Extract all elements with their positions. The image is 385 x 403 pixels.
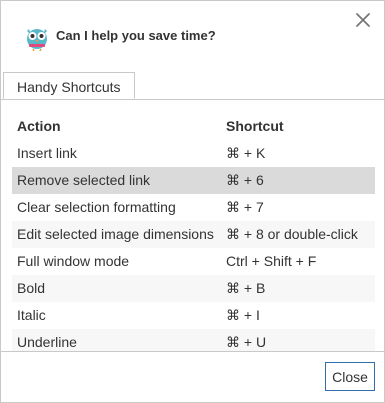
close-icon[interactable] <box>354 11 372 29</box>
table-row[interactable]: Edit selected image dimensions ⌘ + 8 or … <box>12 221 375 248</box>
table-row[interactable]: Italic ⌘ + I <box>12 302 375 329</box>
table-row[interactable]: Insert link ⌘ + K <box>12 140 375 167</box>
action-cell: Underline <box>17 334 77 350</box>
table-row[interactable]: Clear selection formatting ⌘ + 7 <box>12 194 375 221</box>
dialog-title: Can I help you save time? <box>56 28 216 43</box>
shortcut-cell: ⌘ + K <box>226 145 266 161</box>
table-row[interactable]: Remove selected link ⌘ + 6 <box>12 167 375 194</box>
table-row[interactable]: Underline ⌘ + U <box>12 329 375 351</box>
shortcut-cell: ⌘ + U <box>226 334 267 350</box>
table-header-row: Action Shortcut <box>12 113 375 140</box>
shortcut-cell: Ctrl + Shift + F <box>226 253 317 269</box>
shortcut-cell: ⌘ + 6 <box>226 172 264 188</box>
tab-bar: Handy Shortcuts <box>1 72 384 100</box>
action-cell: Full window mode <box>17 253 130 269</box>
action-cell: Insert link <box>17 145 77 161</box>
shortcuts-table: Action Shortcut Insert link ⌘ + K Remove… <box>12 113 375 351</box>
shortcut-cell: ⌘ + 8 or double-click <box>226 226 358 242</box>
shortcut-cell: ⌘ + 7 <box>226 199 264 215</box>
tab-handy-shortcuts[interactable]: Handy Shortcuts <box>3 72 135 99</box>
action-cell: Edit selected image dimensions <box>17 226 214 242</box>
header-action: Action <box>17 118 61 134</box>
footer-divider <box>1 351 384 352</box>
shortcut-cell: ⌘ + B <box>226 280 266 296</box>
table-row[interactable]: Bold ⌘ + B <box>12 275 375 302</box>
dialog-header: Can I help you save time? <box>1 1 384 71</box>
action-cell: Bold <box>17 280 46 296</box>
action-cell: Italic <box>17 307 46 323</box>
shortcuts-dialog: Can I help you save time? Handy Shortcut… <box>0 0 385 403</box>
shortcut-cell: ⌘ + I <box>226 307 260 323</box>
action-cell: Remove selected link <box>17 172 151 188</box>
header-shortcut: Shortcut <box>226 118 284 134</box>
table-row[interactable]: Full window mode Ctrl + Shift + F <box>12 248 375 275</box>
owl-icon <box>27 29 47 51</box>
action-cell: Clear selection formatting <box>17 199 176 215</box>
close-button[interactable]: Close <box>325 362 375 391</box>
